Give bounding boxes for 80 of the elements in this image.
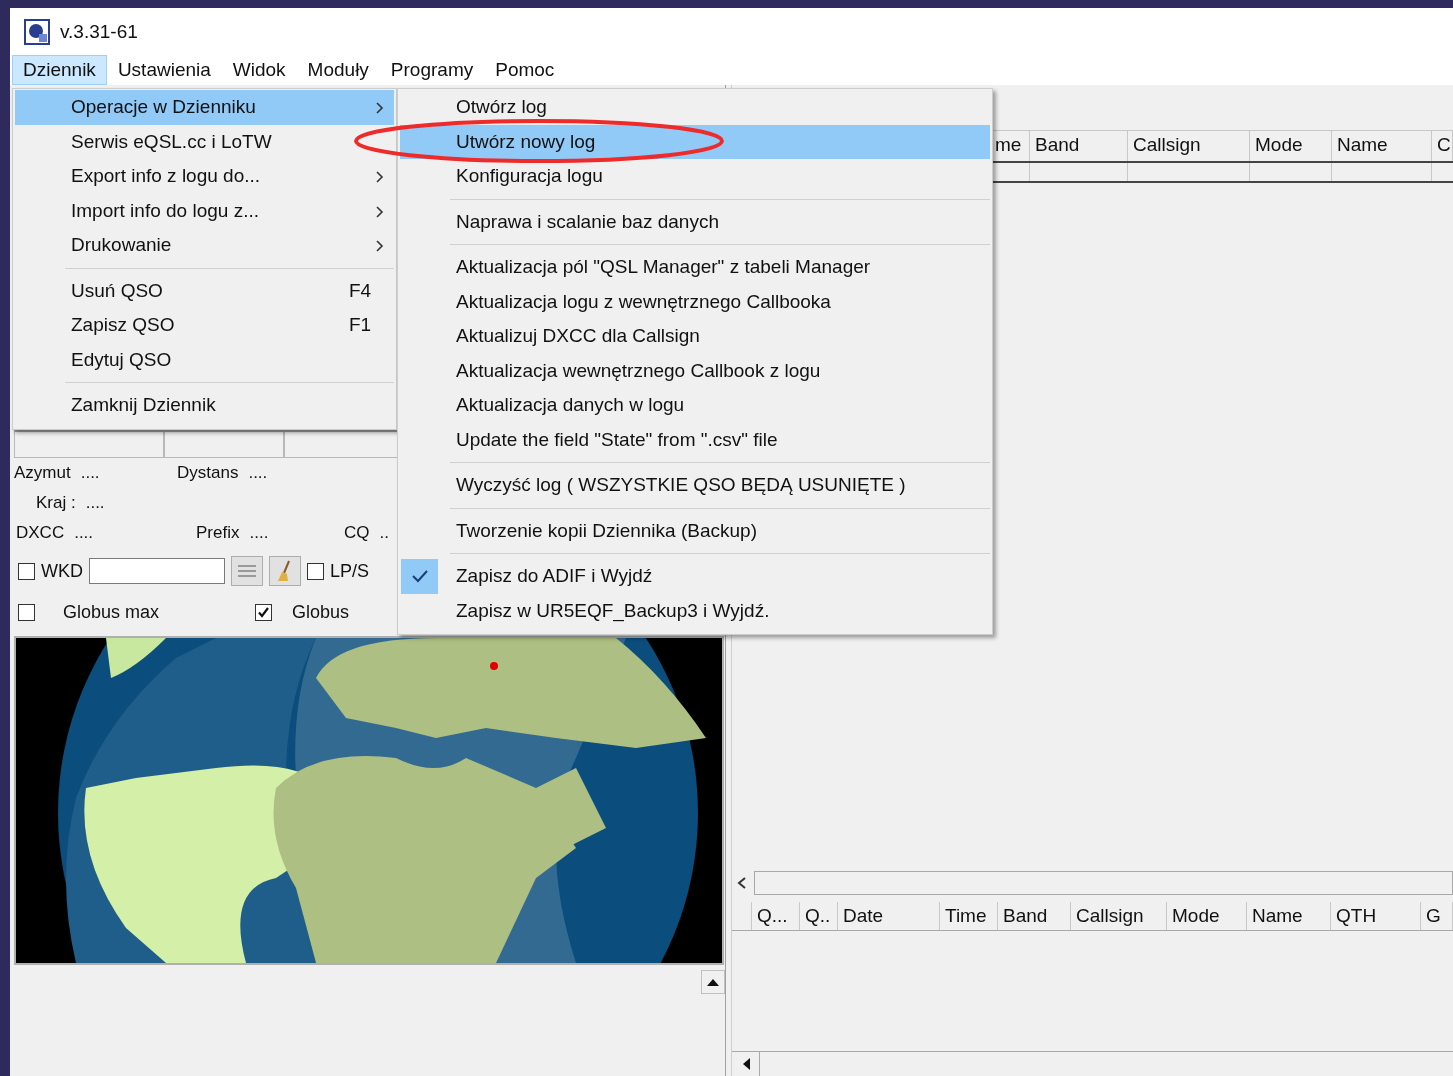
info-value: .... (80, 463, 100, 483)
checkbox-label: Globus max (63, 601, 160, 623)
scroll-track[interactable] (754, 871, 1453, 895)
column-header[interactable]: Q... (752, 902, 800, 930)
info-label: CQ (344, 523, 370, 543)
column-header[interactable]: C (1432, 131, 1453, 161)
column-header[interactable]: Mode (1167, 902, 1247, 930)
menu-item[interactable]: Naprawa i scalanie baz danych (400, 204, 990, 239)
menu-item[interactable]: Wyczyść log ( WSZYSTKIE QSO BĘDĄ USUNIĘTE ) (400, 468, 990, 503)
info-value: .... (74, 523, 94, 543)
column-header[interactable]: Name (1332, 131, 1432, 161)
broom-button[interactable] (269, 556, 301, 586)
checkbox-label: WKD (41, 560, 83, 582)
check-icon (257, 605, 271, 619)
info-value: .. (379, 523, 389, 543)
column-header[interactable]: Name (1247, 902, 1331, 930)
list-icon (236, 562, 258, 580)
menu-item[interactable]: Usuń QSO F4 (15, 273, 394, 308)
checkbox[interactable] (18, 562, 35, 580)
check-icon (410, 569, 429, 584)
column-header[interactable]: Time (940, 902, 998, 930)
menu-item[interactable]: Operacje w Dzienniku (15, 90, 394, 125)
left-arrow-icon (741, 1058, 750, 1070)
menu-item[interactable]: Aktualizacja wewnętrznego Callbook z logu (400, 353, 990, 388)
column-header[interactable]: Band (998, 902, 1071, 930)
chevron-right-icon (376, 102, 384, 114)
app-logo-icon (24, 18, 50, 45)
checkbox[interactable] (255, 603, 273, 621)
menu-item[interactable]: Import info do logu z... (15, 193, 394, 228)
input-field[interactable] (89, 558, 225, 584)
menu-item[interactable]: Zapisz QSO F1 (15, 308, 394, 343)
column-header[interactable]: Band (1030, 131, 1128, 161)
menu-item[interactable]: Utwórz nowy log (400, 124, 990, 159)
column-header[interactable]: Mode (1250, 131, 1332, 161)
chevron-right-icon (376, 171, 384, 183)
menu-item[interactable]: Tworzenie kopii Dziennika (Backup) (400, 513, 990, 548)
column-header[interactable]: QTH (1331, 902, 1421, 930)
checkbox[interactable] (18, 603, 35, 621)
column-header[interactable]: Callsign (1128, 131, 1250, 161)
menu-item[interactable]: Aktualizacja danych w logu (400, 388, 990, 423)
menu-item[interactable]: Zapisz do ADIF i Wyjdź (400, 559, 990, 594)
menu-item[interactable]: Otwórz log (400, 90, 990, 125)
menu-bar-item[interactable]: Widok (221, 55, 297, 85)
menu-item[interactable]: Serwis eQSL.cc i LoTW (15, 124, 394, 159)
menu-item[interactable]: Aktualizacja pól "QSL Manager" z tabeli Manager (400, 250, 990, 285)
chevron-right-icon (376, 205, 384, 218)
menu-bar-item[interactable]: Dziennik (12, 55, 107, 85)
scroll-up-button[interactable] (701, 970, 725, 994)
menu-bar-item[interactable]: Moduły (296, 55, 380, 85)
menu-item[interactable]: Drukowanie (15, 228, 394, 263)
menu-bar-item[interactable]: Pomoc (484, 55, 566, 85)
menu-item[interactable]: Export info z logu do... (15, 159, 394, 194)
menu-item[interactable]: Edytuj QSO (15, 342, 394, 377)
checkbox-label: Globus (292, 601, 350, 623)
menu-bar-item[interactable]: Programy (379, 55, 485, 85)
info-label: Dystans (177, 463, 239, 483)
column-header[interactable]: Callsign (1071, 902, 1167, 930)
menu-bar-item[interactable]: Ustawienia (106, 55, 222, 85)
menu-item[interactable]: Aktualizuj DXCC dla Callsign (400, 319, 990, 354)
info-label: Kraj : (36, 493, 76, 513)
info-value: .... (85, 493, 105, 513)
column-header[interactable]: Date (838, 902, 940, 930)
info-value: .... (249, 523, 269, 543)
column-header[interactable]: Q.. (800, 902, 838, 930)
checkbox-label: LP/S (330, 560, 370, 582)
chevron-right-icon (376, 240, 384, 252)
menu-item[interactable]: Konfiguracja logu (400, 159, 990, 194)
menu-item[interactable]: Zapisz w UR5EQF_Backup3 i Wyjdź. (400, 593, 990, 628)
menu-item[interactable]: Update the field "State" from ".csv" file (400, 422, 990, 457)
checkbox[interactable] (307, 562, 324, 580)
menu-item[interactable]: Zamknij Dziennik (15, 388, 394, 423)
window-title: v.3.31-61 (60, 20, 138, 43)
column-header[interactable]: G (1421, 902, 1453, 930)
left-chevron-icon[interactable] (736, 876, 748, 890)
info-value: .... (248, 463, 268, 483)
info-label: DXCC (16, 523, 65, 543)
up-arrow-icon (707, 978, 719, 986)
menu-item[interactable]: Aktualizacja logu z wewnętrznego Callbooka (400, 284, 990, 319)
info-label: Prefix (196, 523, 240, 543)
info-label: Azymut (14, 463, 71, 483)
